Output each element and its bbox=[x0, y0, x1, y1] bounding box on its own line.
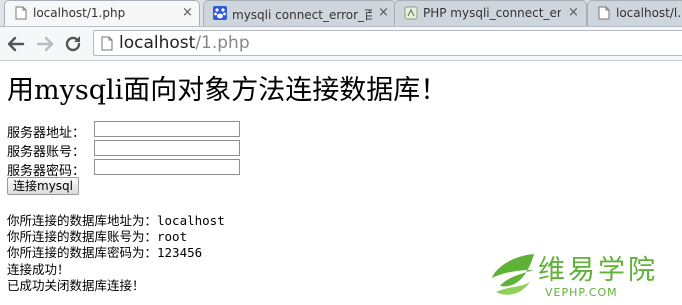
reload-icon[interactable] bbox=[63, 34, 83, 54]
forward-arrow-icon[interactable] bbox=[35, 34, 55, 54]
url-host: localhost bbox=[119, 33, 196, 53]
close-tab-icon[interactable]: × bbox=[182, 5, 193, 21]
baidu-paw-icon bbox=[213, 6, 227, 20]
watermark-text: 维易学院 bbox=[538, 255, 658, 286]
password-row: 服务器密码： bbox=[7, 159, 247, 179]
tab-title: PHP mysqli_connect_er bbox=[423, 6, 561, 20]
url-path: /1.php bbox=[195, 33, 250, 53]
page-icon bbox=[15, 6, 27, 20]
close-tab-icon[interactable]: × bbox=[378, 5, 389, 21]
host-row: 服务器地址： bbox=[7, 121, 247, 141]
connect-mysql-button[interactable]: 连接mysql bbox=[7, 177, 79, 195]
password-input[interactable] bbox=[94, 159, 240, 175]
url-text: localhost/1.php bbox=[119, 33, 250, 53]
back-arrow-icon[interactable] bbox=[6, 34, 26, 54]
user-row: 服务器账号： bbox=[7, 140, 247, 160]
browser-toolbar: localhost/1.php bbox=[0, 27, 682, 61]
host-input[interactable] bbox=[94, 121, 240, 137]
leaf-logo-icon bbox=[492, 254, 534, 295]
watermark-subtext: VEPHP.COM bbox=[545, 286, 618, 299]
tab-title: mysqli connect_error_百 bbox=[232, 8, 372, 22]
output-close-success-line: 已成功关闭数据库连接！ bbox=[7, 278, 145, 293]
tab-title: localhost/l.p bbox=[616, 6, 682, 20]
host-label: 服务器地址： bbox=[7, 126, 86, 141]
user-label: 服务器账号： bbox=[7, 145, 86, 160]
site-icon bbox=[404, 6, 418, 20]
tab-php-mysqli-connect-error[interactable]: PHP mysqli_connect_er × bbox=[394, 0, 587, 26]
address-bar[interactable]: localhost/1.php bbox=[93, 30, 682, 56]
tab-mysqli-connect-error[interactable]: mysqli connect_error_百 × bbox=[203, 0, 396, 26]
tab-title: localhost/1.php bbox=[33, 6, 126, 20]
user-input[interactable] bbox=[94, 140, 240, 156]
watermark-logo: 维易学院 VEPHP.COM bbox=[490, 246, 680, 304]
close-tab-icon[interactable]: × bbox=[568, 5, 579, 21]
page-icon bbox=[598, 6, 610, 20]
tab-localhost-1[interactable]: localhost/1.php × bbox=[4, 0, 200, 26]
page-icon bbox=[101, 36, 113, 51]
tab-strip: localhost/1.php × mysqli connect_error_百… bbox=[0, 0, 682, 27]
tab-localhost-l[interactable]: localhost/l.p bbox=[587, 0, 682, 26]
page-title: 用mysqli面向对象方法连接数据库！ bbox=[7, 75, 448, 106]
